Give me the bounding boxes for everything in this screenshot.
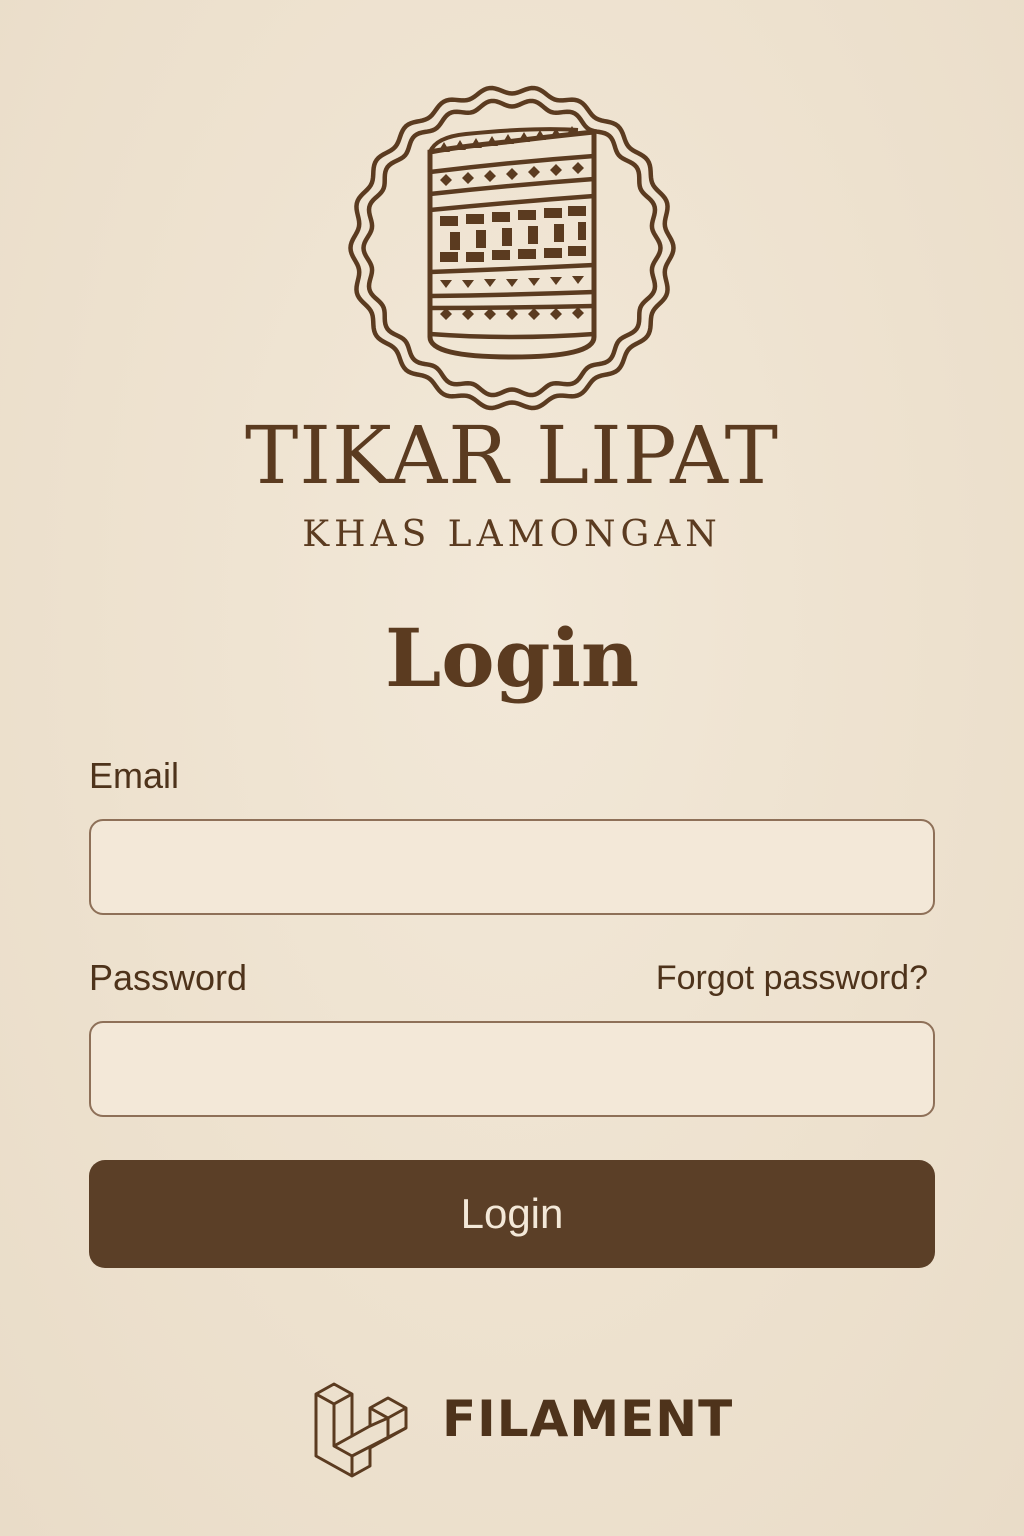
login-button[interactable]: Login bbox=[89, 1160, 935, 1268]
laravel-cube-logo-icon bbox=[314, 1382, 408, 1478]
email-label: Email bbox=[89, 755, 180, 796]
folded-mat-emblem-icon bbox=[348, 85, 676, 411]
brand-title: TIKAR LIPAT bbox=[245, 409, 779, 502]
page-title: Login bbox=[384, 611, 640, 705]
password-field[interactable] bbox=[89, 1021, 935, 1117]
footer-brand: FILAMENT bbox=[312, 1378, 732, 1478]
forgot-password-link[interactable]: Forgot password? bbox=[656, 961, 928, 995]
password-label: Password bbox=[89, 957, 248, 998]
brand-subtitle: KHAS LAMONGAN bbox=[302, 514, 722, 555]
email-field[interactable] bbox=[89, 819, 935, 915]
footer-brand-text: FILAMENT bbox=[442, 1390, 734, 1448]
